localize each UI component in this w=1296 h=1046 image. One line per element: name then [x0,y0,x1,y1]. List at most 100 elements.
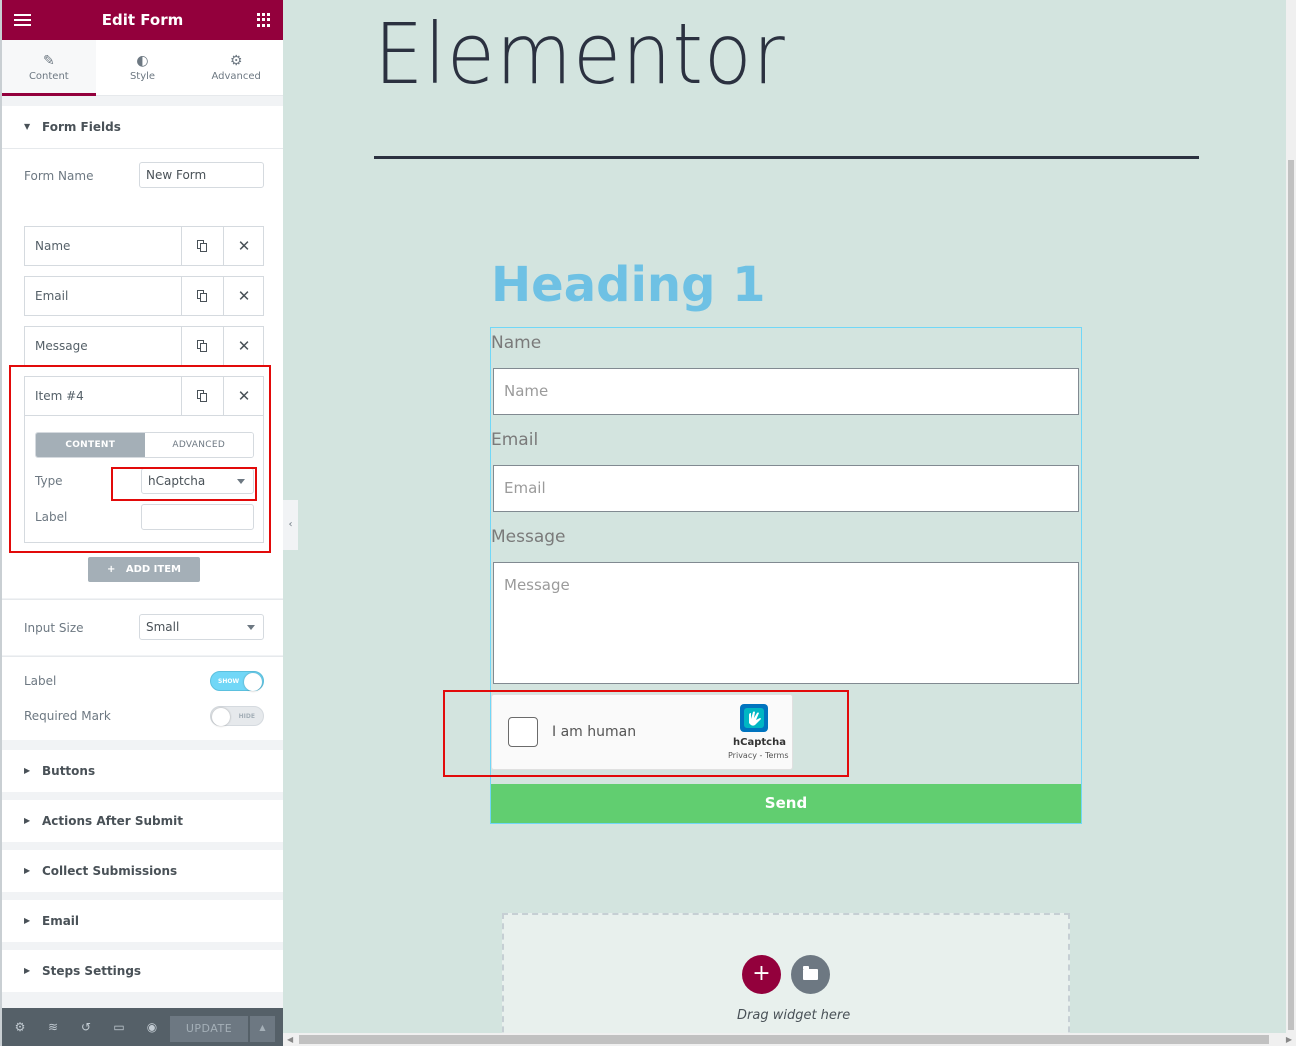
section-buttons[interactable]: ▶ Buttons [2,750,283,792]
required-mark-label: Required Mark [24,709,111,723]
panel-header: Edit Form [2,0,283,40]
tab-style-label: Style [129,71,156,82]
repeater-item-label: Item #4 [35,389,84,403]
input-size-control: Input Size Small [2,599,283,655]
pencil-icon: ✎ [42,53,55,69]
section-steps-settings[interactable]: ▶ Steps Settings [2,950,283,992]
responsive-mode-icon[interactable]: ▭ [111,1019,127,1035]
section-form-fields[interactable]: ▼ Form Fields [2,106,283,148]
switch-controls: Label SHOW Required Mark HIDE [2,656,283,740]
repeater-item-4[interactable]: Item #4 ✕ [24,376,264,416]
chevron-down-icon [247,625,255,630]
section-title: Collect Submissions [42,864,178,878]
drop-zone[interactable] [502,913,1070,1046]
form-name-input[interactable]: New Form [139,162,264,188]
field-label-input[interactable] [141,504,254,530]
email-input[interactable]: Email [493,465,1079,512]
section-form-fields-title: Form Fields [42,120,121,134]
section-collect-submissions[interactable]: ▶ Collect Submissions [2,850,283,892]
navigator-layers-icon[interactable]: ≋ [45,1019,61,1035]
copy-icon [197,290,208,302]
remove-button[interactable]: ✕ [223,327,264,365]
input-size-select[interactable]: Small [139,614,264,640]
panel-body: ▼ Form Fields Form Name New Form Name ✕ … [2,96,283,1008]
tab-advanced[interactable]: ⚙ Advanced [189,40,283,95]
hcaptcha-widget: I am human hCaptcha Privacy - Terms [491,694,793,770]
label-toggle[interactable]: SHOW [210,671,264,691]
repeater-item-label: Email [35,289,69,303]
duplicate-button[interactable] [181,227,223,265]
tab-style[interactable]: ◐ Style [96,40,190,95]
item4-subtabs: CONTENT ADVANCED [35,432,254,458]
remove-button[interactable]: ✕ [223,277,264,315]
horizontal-scrollbar[interactable]: ◀ ▶ [283,1033,1296,1046]
tab-content[interactable]: ✎ Content [2,40,96,96]
caret-right-icon: ▶ [24,766,31,775]
duplicate-button[interactable] [181,377,223,415]
type-select[interactable]: hCaptcha [141,468,254,494]
vertical-scrollbar[interactable] [1286,0,1296,1033]
collapse-panel-handle[interactable]: ‹ [283,500,298,550]
chevron-left-icon: ‹ [288,519,293,530]
heading-widget[interactable]: Heading 1 [491,255,766,315]
folder-icon [803,966,818,980]
message-textarea[interactable]: Message [493,562,1079,684]
caret-right-icon: ▶ [24,966,31,975]
form-fields-controls: Form Name New Form Name ✕ Email ✕ Messag… [2,148,283,598]
panel-tabs: ✎ Content ◐ Style ⚙ Advanced [2,40,283,96]
repeater-item-name[interactable]: Name ✕ [24,226,264,266]
toggle-knob [212,708,230,726]
section-email[interactable]: ▶ Email [2,900,283,942]
remove-button[interactable]: ✕ [223,227,264,265]
history-icon[interactable]: ↺ [78,1019,94,1035]
required-mark-state: HIDE [238,713,255,720]
copy-icon [197,340,208,352]
chevron-down-icon [237,479,245,484]
email-field-label: Email [491,430,539,450]
section-actions-after-submit[interactable]: ▶ Actions After Submit [2,800,283,842]
hcaptcha-links[interactable]: Privacy - Terms [728,751,789,760]
preview-eye-icon[interactable]: ◉ [144,1019,160,1035]
hcaptcha-text: I am human [552,724,637,740]
settings-icon[interactable]: ⚙ [12,1019,28,1035]
hcaptcha-logo-icon [740,704,768,732]
repeater-item-email[interactable]: Email ✕ [24,276,264,316]
type-select-value: hCaptcha [148,474,206,488]
tab-advanced-label: Advanced [211,71,261,82]
add-section-button[interactable]: + [742,955,781,994]
remove-button[interactable]: ✕ [223,377,264,415]
widgets-grid-icon[interactable] [257,13,271,27]
repeater-item-message[interactable]: Message ✕ [24,326,264,366]
subtab-advanced[interactable]: ADVANCED [144,433,253,457]
form-name-label: Form Name [24,169,94,183]
name-field-label: Name [491,333,542,353]
name-input[interactable]: Name [493,368,1079,415]
send-button[interactable]: Send [491,784,1081,823]
site-title: Elementor [374,5,786,103]
caret-right-icon: ▶ [24,866,31,875]
scroll-right-icon[interactable]: ▶ [1286,1033,1292,1046]
caret-down-icon: ▼ [24,122,31,131]
update-button[interactable]: UPDATE [170,1016,248,1042]
repeater-item-label: Message [35,339,88,353]
plus-icon: + [107,564,116,575]
drop-zone-text: Drag widget here [737,1008,851,1023]
add-item-button[interactable]: + ADD ITEM [88,557,200,582]
field-label-label: Label [35,510,68,524]
duplicate-button[interactable] [181,277,223,315]
required-mark-toggle[interactable]: HIDE [210,706,264,726]
panel-title: Edit Form [101,11,184,29]
caret-right-icon: ▶ [24,916,31,925]
hcaptcha-checkbox[interactable] [508,717,538,747]
chevron-up-icon[interactable]: ▲ [250,1016,275,1042]
scrollbar-thumb[interactable] [299,1035,1269,1044]
gear-icon: ⚙ [229,53,243,69]
add-template-button[interactable] [791,955,830,994]
panel-footer: ⚙ ≋ ↺ ▭ ◉ UPDATE ▲ [2,1008,283,1046]
caret-right-icon: ▶ [24,816,31,825]
section-title: Buttons [42,764,96,778]
scrollbar-thumb[interactable] [1288,160,1294,1030]
subtab-content[interactable]: CONTENT [36,433,145,457]
scroll-left-icon[interactable]: ◀ [287,1033,293,1046]
duplicate-button[interactable] [181,327,223,365]
